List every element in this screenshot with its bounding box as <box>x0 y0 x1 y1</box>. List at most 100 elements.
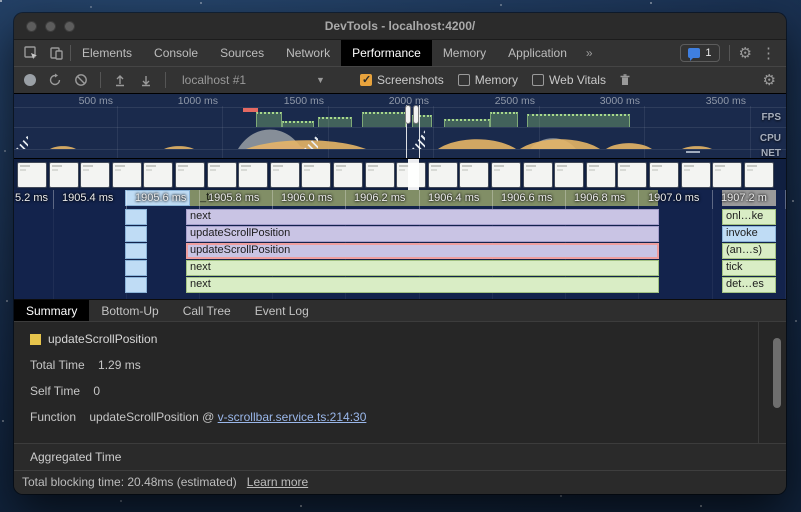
screenshot-frame[interactable] <box>271 163 299 187</box>
overview-time-label: 3000 ms <box>600 95 640 107</box>
device-toolbar-icon[interactable] <box>49 46 64 61</box>
selection-boundary-line <box>419 105 420 158</box>
ruler-time-label: 1906.0 ms <box>281 192 332 204</box>
details-tab-bar: SummaryBottom-UpCall TreeEvent Log <box>14 299 786 322</box>
ruler-tick <box>126 190 127 209</box>
flame-bar-tick[interactable]: tick <box>722 260 776 276</box>
tab-application[interactable]: Application <box>497 40 578 66</box>
screenshot-frame[interactable] <box>682 163 710 187</box>
flame-bar-onlke[interactable]: onl…ke <box>722 209 776 225</box>
screenshot-frame[interactable] <box>176 163 204 187</box>
details-tab-summary[interactable]: Summary <box>14 300 89 321</box>
ruler-time-label: 1905.4 ms <box>62 192 113 204</box>
screenshot-frame[interactable] <box>492 163 520 187</box>
summary-scrollbar[interactable] <box>773 338 781 408</box>
clear-icon[interactable] <box>74 73 88 87</box>
flame-bar-updatescrollposition[interactable]: updateScrollPosition <box>186 226 659 242</box>
details-tab-calltree[interactable]: Call Tree <box>171 300 243 321</box>
tab-sources[interactable]: Sources <box>209 40 275 66</box>
flame-row: next onl…ke <box>14 209 786 226</box>
window-title: DevTools - localhost:4200/ <box>14 13 786 40</box>
flame-bar-next[interactable]: next <box>186 277 659 293</box>
flame-bar-next[interactable]: next <box>186 260 659 276</box>
flame-bar-updatescrollposition[interactable]: updateScrollPosition <box>186 243 659 259</box>
checkbox-web-vitals[interactable]: Web Vitals <box>532 73 606 87</box>
screenshot-frame[interactable] <box>650 163 678 187</box>
flame-chart[interactable]: _tr5.2 ms1905.4 ms1905.6 ms1905.8 ms1906… <box>14 190 786 299</box>
tab-network[interactable]: Network <box>275 40 341 66</box>
screenshot-frame[interactable] <box>366 163 394 187</box>
screenshot-filmstrip[interactable] <box>14 158 786 190</box>
flame-bar[interactable] <box>125 277 147 293</box>
target-selector-value: localhost #1 <box>182 73 246 87</box>
details-tab-eventlog[interactable]: Event Log <box>243 300 321 321</box>
checkbox-box[interactable] <box>532 74 544 86</box>
flame-bar-next[interactable]: next <box>186 209 659 225</box>
screenshot-frame[interactable] <box>587 163 615 187</box>
settings-gear-icon[interactable]: ⚙ <box>739 46 752 61</box>
ruler-time-label: 1907.2 m <box>721 192 767 204</box>
total-blocking-time-text: Total blocking time: 20.48ms (estimated) <box>22 475 237 489</box>
ruler-tick <box>638 190 639 209</box>
more-tabs-button[interactable]: » <box>578 40 601 66</box>
screenshot-frame[interactable] <box>713 163 741 187</box>
screenshot-frame[interactable] <box>745 163 773 187</box>
tab-memory[interactable]: Memory <box>432 40 497 66</box>
timeline-overview[interactable]: 500 ms1000 ms1500 ms2000 ms2500 ms3000 m… <box>14 94 786 158</box>
inspect-element-icon[interactable] <box>24 46 39 61</box>
flame-bar-invoke[interactable]: invoke <box>722 226 776 242</box>
tab-console[interactable]: Console <box>143 40 209 66</box>
ruler-tick <box>712 190 713 209</box>
checkbox-label: Web Vitals <box>549 73 606 87</box>
screenshot-frame[interactable] <box>302 163 330 187</box>
selection-handle-right[interactable] <box>413 105 419 124</box>
flame-row: updateScrollPosition invoke <box>14 226 786 243</box>
flame-bar[interactable] <box>125 260 147 276</box>
screenshot-frame[interactable] <box>50 163 78 187</box>
tabbar-right-controls: 1 ⚙ ⋮ <box>680 40 786 66</box>
selection-handle-left[interactable] <box>405 105 411 124</box>
tab-performance[interactable]: Performance <box>341 40 432 66</box>
screenshot-frame[interactable] <box>18 163 46 187</box>
learn-more-link[interactable]: Learn more <box>247 475 308 489</box>
details-tab-bottomup[interactable]: Bottom-Up <box>89 300 170 321</box>
record-button[interactable] <box>24 74 36 86</box>
checkbox-screenshots[interactable]: Screenshots <box>360 73 444 87</box>
ruler-tick <box>492 190 493 209</box>
checkbox-memory[interactable]: Memory <box>458 73 518 87</box>
screenshot-frame[interactable] <box>524 163 552 187</box>
checkbox-box[interactable] <box>360 74 372 86</box>
source-location-link[interactable]: v-scrollbar.service.ts:214:30 <box>218 410 367 424</box>
devtools-window: DevTools - localhost:4200/ ElementsConso… <box>14 13 786 494</box>
issues-badge[interactable]: 1 <box>680 44 719 62</box>
trash-icon[interactable] <box>618 73 632 87</box>
screenshot-frame[interactable] <box>460 163 488 187</box>
flame-bar[interactable] <box>125 226 147 242</box>
issues-count: 1 <box>705 47 711 59</box>
screenshot-frame[interactable] <box>208 163 236 187</box>
fps-bar-segment <box>256 112 282 127</box>
capture-settings-gear-icon[interactable]: ⚙ <box>763 73 776 88</box>
target-selector[interactable]: localhost #1 ▼ <box>178 71 348 89</box>
ruler-tick <box>272 190 273 209</box>
net-activity-dash <box>686 151 700 153</box>
screenshot-frame[interactable] <box>113 163 141 187</box>
screenshot-frame[interactable] <box>555 163 583 187</box>
screenshot-frame[interactable] <box>334 163 362 187</box>
flame-bar-ans[interactable]: (an…s) <box>722 243 776 259</box>
checkbox-box[interactable] <box>458 74 470 86</box>
load-profile-icon[interactable] <box>113 73 127 87</box>
flame-bar-detes[interactable]: det…es <box>722 277 776 293</box>
overview-row-label-fps: FPS <box>762 112 781 123</box>
screenshot-frame[interactable] <box>144 163 172 187</box>
tab-elements[interactable]: Elements <box>71 40 143 66</box>
screenshot-frame[interactable] <box>239 163 267 187</box>
reload-icon[interactable] <box>48 73 62 87</box>
save-profile-icon[interactable] <box>139 73 153 87</box>
flame-bar[interactable] <box>125 243 147 259</box>
screenshot-frame[interactable] <box>429 163 457 187</box>
flame-bar[interactable] <box>125 209 147 225</box>
screenshot-frame[interactable] <box>618 163 646 187</box>
screenshot-frame[interactable] <box>81 163 109 187</box>
kebab-menu-icon[interactable]: ⋮ <box>761 46 776 61</box>
